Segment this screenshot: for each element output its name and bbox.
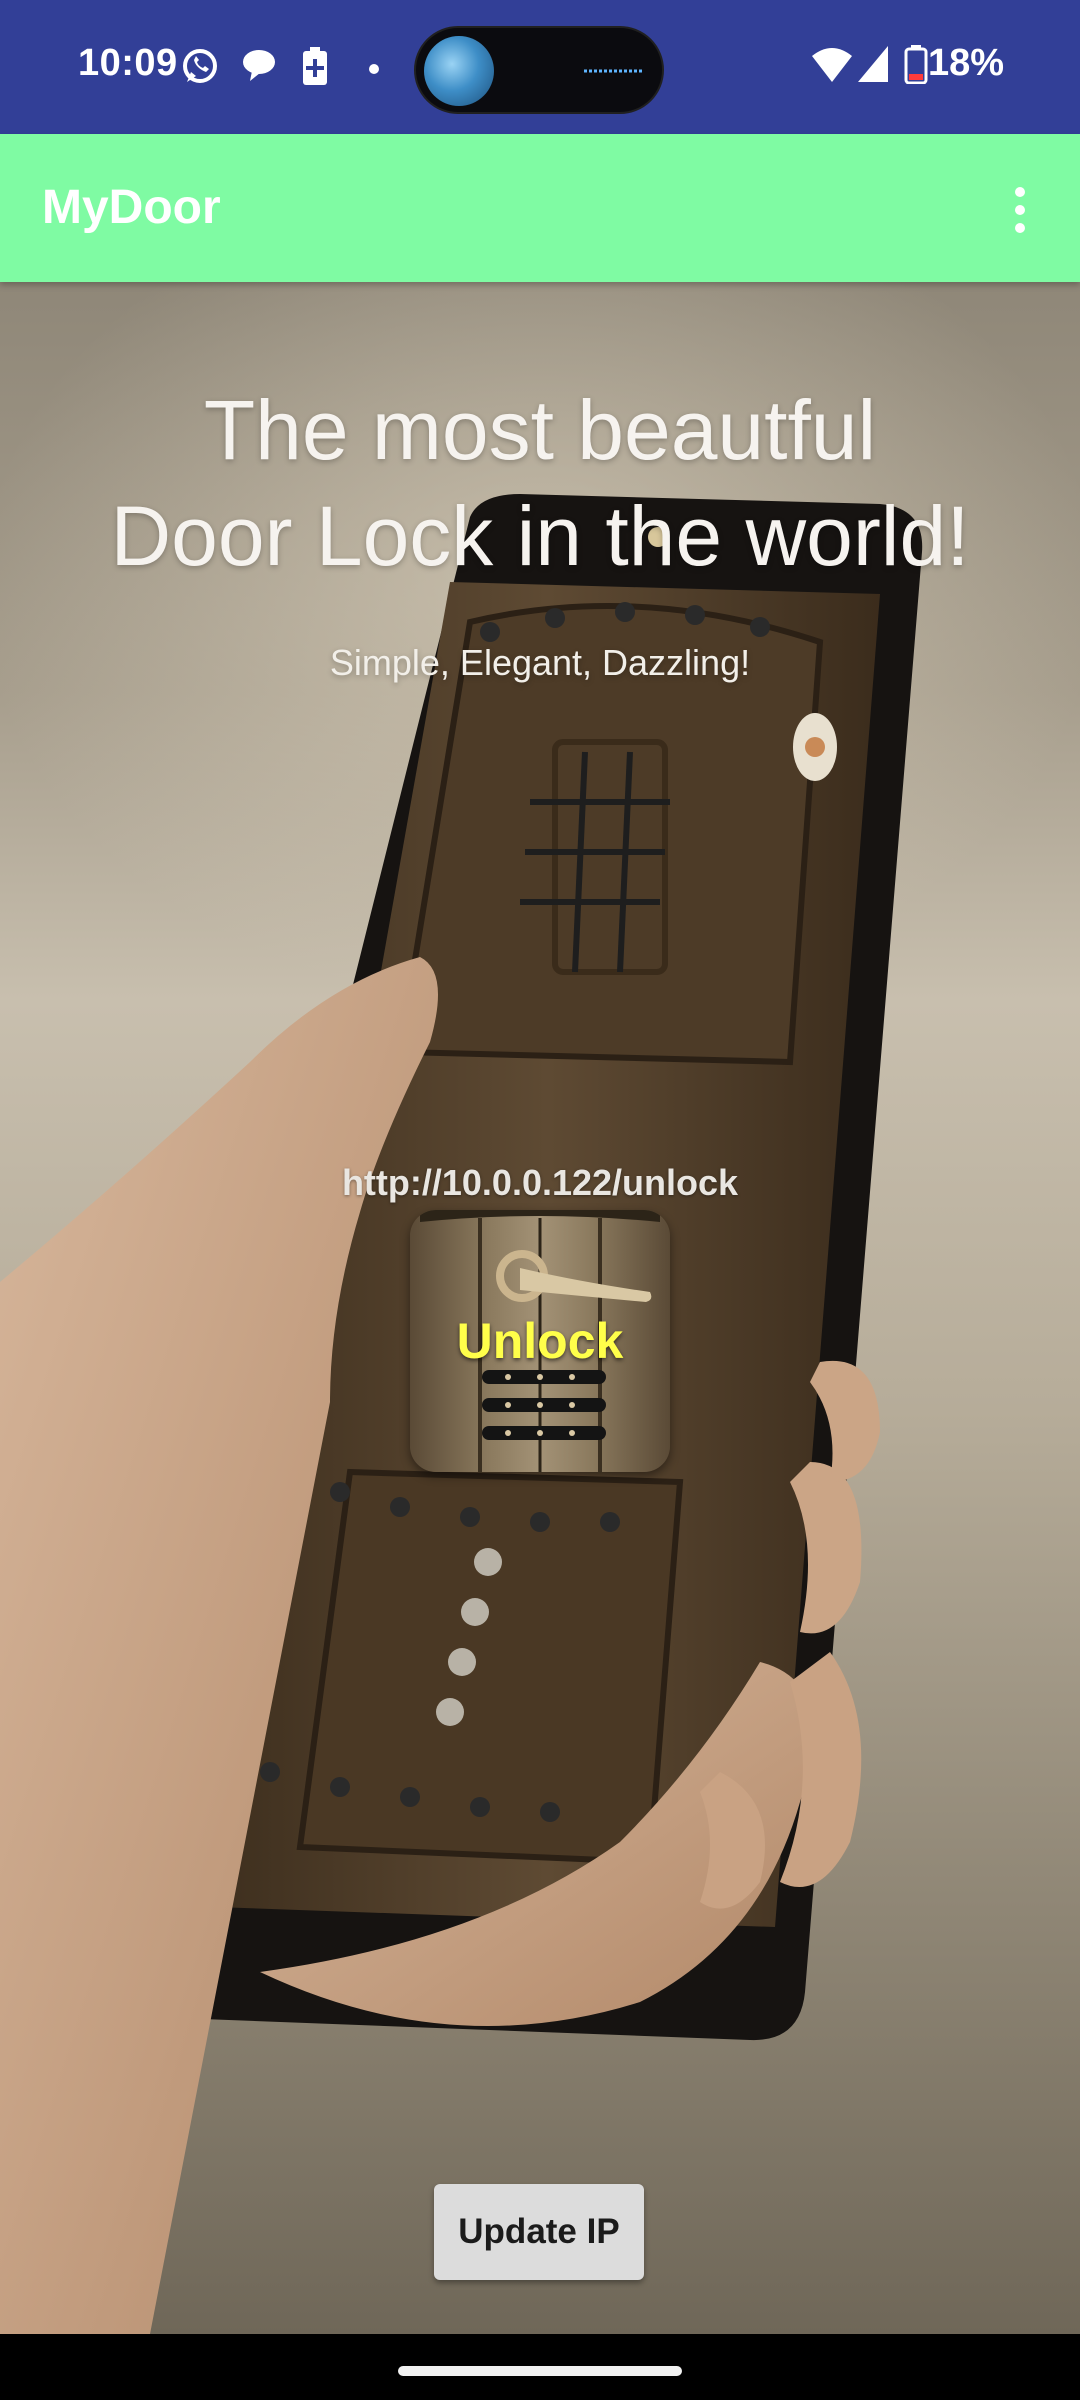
media-thumbnail: [424, 36, 494, 106]
camera-pill: [414, 26, 664, 114]
update-ip-button[interactable]: Update IP: [434, 2184, 644, 2280]
app-title: MyDoor: [42, 181, 221, 234]
signal-icon: [856, 44, 890, 89]
battery-saver-icon: [300, 46, 330, 91]
whatsapp-icon: [180, 46, 220, 91]
unlock-label: Unlock: [456, 1313, 624, 1369]
subheadline: Simple, Elegant, Dazzling!: [329, 642, 751, 683]
waveform-icon: [584, 69, 644, 73]
headline-line-2: Door Lock in the world!: [110, 489, 970, 583]
lock-url: http://10.0.0.122/unlock: [341, 1162, 739, 1203]
main-content: The most beautful Door Lock in the world…: [0, 282, 1080, 2334]
home-gesture-handle[interactable]: [398, 2366, 682, 2376]
screen: 10:09 18% MyDoor The most beautful Door …: [0, 0, 1080, 2400]
battery-percent: 18%: [927, 42, 1004, 84]
navigation-bar: [0, 2334, 1080, 2400]
chat-bubble-icon: [240, 46, 278, 89]
battery-icon: [904, 44, 928, 89]
headline-line-1: The most beautful: [203, 383, 877, 477]
status-bar: 10:09 18%: [0, 0, 1080, 134]
app-bar: MyDoor: [0, 134, 1080, 282]
more-vert-icon[interactable]: [990, 174, 1050, 246]
dot-icon: [368, 62, 380, 80]
wifi-icon: [810, 44, 854, 89]
unlock-button[interactable]: Unlock: [410, 1210, 670, 1472]
status-time: 10:09: [78, 42, 178, 84]
